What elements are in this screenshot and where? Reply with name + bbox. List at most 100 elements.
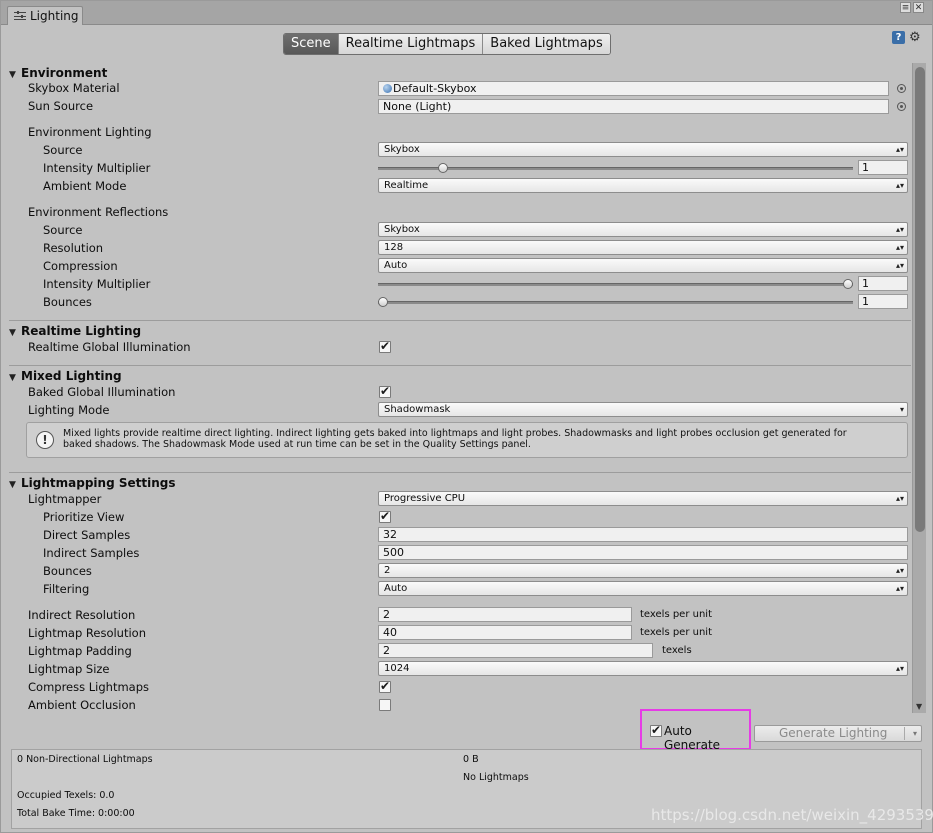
environment-lighting-heading: Environment Lighting — [28, 125, 152, 139]
environment-header[interactable]: ▼ Environment — [9, 64, 107, 82]
section-divider — [9, 472, 911, 473]
indirect-samples-label: Indirect Samples — [43, 546, 140, 560]
no-lightmaps-text: No Lightmaps — [463, 772, 529, 783]
lightmap-bounces-dropdown[interactable]: 2 ▴▾ — [378, 563, 908, 578]
sun-source-field[interactable]: None (Light) — [378, 99, 889, 114]
ambient-occlusion-checkbox[interactable] — [379, 699, 391, 711]
help-icon[interactable]: ? — [892, 31, 905, 44]
reflection-bounces-slider[interactable] — [378, 301, 853, 304]
compress-lightmaps-checkbox[interactable] — [379, 679, 391, 693]
dropdown-arrow-icon: ▴▾ — [895, 494, 904, 503]
scrollbar-thumb[interactable] — [915, 67, 925, 532]
resolution-dropdown[interactable]: 128 ▴▾ — [378, 240, 908, 255]
lighting-settings-icon — [14, 11, 26, 20]
compression-dropdown[interactable]: Auto ▴▾ — [378, 258, 908, 273]
dropdown-arrow-icon: ▴▾ — [895, 261, 904, 270]
prioritize-view-label: Prioritize View — [43, 510, 125, 524]
scroll-down-icon[interactable]: ▼ — [916, 702, 922, 711]
dropdown-arrow-icon: ▴▾ — [895, 584, 904, 593]
baked-gi-checkbox[interactable] — [379, 384, 391, 398]
reflection-intensity-slider[interactable] — [378, 283, 853, 286]
indirect-resolution-field[interactable]: 2 — [378, 607, 632, 622]
auto-generate-checkbox[interactable] — [650, 723, 662, 737]
lighting-mode-dropdown[interactable]: Shadowmask ▾ — [378, 402, 908, 417]
close-icon[interactable]: ✕ — [913, 2, 924, 13]
skybox-material-field[interactable]: Default-Skybox — [378, 81, 889, 96]
tab-scene[interactable]: Scene — [284, 34, 339, 54]
intensity-value-field[interactable]: 1 — [858, 160, 908, 175]
mixed-lighting-header[interactable]: ▼ Mixed Lighting — [9, 367, 122, 385]
window-controls: ≡ ✕ — [898, 2, 924, 13]
object-picker-icon[interactable] — [897, 102, 906, 111]
lightmapper-dropdown[interactable]: Progressive CPU ▴▾ — [378, 491, 908, 506]
dropdown-arrow-icon: ▴▾ — [895, 145, 904, 154]
vertical-scrollbar[interactable]: ▼ — [912, 63, 926, 713]
reflection-bounces-slider-handle[interactable] — [378, 297, 388, 307]
foldout-expanded-icon: ▼ — [9, 328, 16, 338]
indirect-resolution-unit: texels per unit — [640, 609, 712, 620]
occupied-texels: Occupied Texels: 0.0 — [17, 790, 115, 801]
reflection-intensity-value-field[interactable]: 1 — [858, 276, 908, 291]
realtime-gi-label: Realtime Global Illumination — [28, 340, 191, 354]
scene-settings-panel: ▼ Environment Skybox Material Default-Sky… — [9, 63, 911, 713]
object-picker-icon[interactable] — [897, 84, 906, 93]
dropdown-arrow-icon: ▴▾ — [895, 566, 904, 575]
lightmap-resolution-unit: texels per unit — [640, 627, 712, 638]
env-source-label: Source — [43, 143, 83, 157]
gear-icon[interactable]: ⚙ — [909, 30, 921, 45]
tab-baked-lightmaps[interactable]: Baked Lightmaps — [483, 34, 610, 54]
lightmaps-count: 0 Non-Directional Lightmaps — [17, 754, 153, 765]
window-tab-strip: Lighting ≡ ✕ — [1, 1, 932, 25]
reflection-source-dropdown[interactable]: Skybox ▴▾ — [378, 222, 908, 237]
reflection-source-label: Source — [43, 223, 83, 237]
baked-gi-label: Baked Global Illumination — [28, 385, 176, 399]
mixed-lighting-help-box: ! Mixed lights provide realtime direct l… — [26, 422, 908, 458]
generate-lighting-button[interactable]: Generate Lighting ▾ — [754, 725, 922, 742]
total-bake-time: Total Bake Time: 0:00:00 — [17, 808, 135, 819]
environment-reflections-heading: Environment Reflections — [28, 205, 169, 219]
auto-generate-label: Auto Generate — [664, 724, 721, 752]
filtering-dropdown[interactable]: Auto ▴▾ — [378, 581, 908, 596]
lightmap-size-dropdown[interactable]: 1024 ▴▾ — [378, 661, 908, 676]
reflection-intensity-label: Intensity Multiplier — [43, 277, 151, 291]
reflection-intensity-slider-handle[interactable] — [843, 279, 853, 289]
realtime-gi-checkbox[interactable] — [379, 339, 391, 353]
foldout-expanded-icon: ▼ — [9, 480, 16, 490]
direct-samples-label: Direct Samples — [43, 528, 131, 542]
ambient-mode-dropdown[interactable]: Realtime ▴▾ — [378, 178, 908, 193]
info-icon: ! — [36, 431, 54, 449]
lightmap-padding-field[interactable]: 2 — [378, 643, 653, 658]
compression-label: Compression — [43, 259, 118, 273]
lightmap-resolution-field[interactable]: 40 — [378, 625, 632, 640]
compress-lightmaps-label: Compress Lightmaps — [28, 680, 149, 694]
material-sphere-icon — [383, 84, 392, 93]
dropdown-arrow-icon: ▾ — [899, 405, 904, 414]
env-source-dropdown[interactable]: Skybox ▴▾ — [378, 142, 908, 157]
ambient-mode-label: Ambient Mode — [43, 179, 127, 193]
reflection-bounces-value-field[interactable]: 1 — [858, 294, 908, 309]
lightmap-padding-label: Lightmap Padding — [28, 644, 132, 658]
menu-icon[interactable]: ≡ — [900, 2, 911, 13]
lighting-tabs: Scene Realtime Lightmaps Baked Lightmaps — [283, 33, 611, 55]
lightmap-size-label: Lightmap Size — [28, 662, 110, 676]
reflection-bounces-label: Bounces — [43, 295, 92, 309]
foldout-expanded-icon: ▼ — [9, 70, 16, 80]
realtime-lighting-header[interactable]: ▼ Realtime Lighting — [9, 322, 141, 340]
lighting-window: Lighting ≡ ✕ Scene Realtime Lightmaps Bak… — [0, 0, 933, 833]
resolution-label: Resolution — [43, 241, 104, 255]
prioritize-view-checkbox[interactable] — [379, 509, 391, 523]
tab-realtime-lightmaps[interactable]: Realtime Lightmaps — [338, 34, 484, 54]
lightmapping-settings-header[interactable]: ▼ Lightmapping Settings — [9, 474, 175, 492]
lighting-mode-label: Lighting Mode — [28, 403, 110, 417]
watermark: https://blog.csdn.net/weixin_42935398 — [651, 806, 933, 824]
indirect-samples-field[interactable]: 500 — [378, 545, 908, 560]
help-text: Mixed lights provide realtime direct lig… — [63, 428, 847, 450]
direct-samples-field[interactable]: 32 — [378, 527, 908, 542]
lighting-window-tab[interactable]: Lighting — [7, 6, 83, 25]
filtering-label: Filtering — [43, 582, 90, 596]
intensity-slider-handle[interactable] — [438, 163, 449, 173]
dropdown-arrow-icon: ▴▾ — [895, 243, 904, 252]
intensity-slider[interactable] — [378, 167, 853, 170]
chevron-down-icon[interactable]: ▾ — [913, 726, 917, 741]
lightmap-bounces-label: Bounces — [43, 564, 92, 578]
